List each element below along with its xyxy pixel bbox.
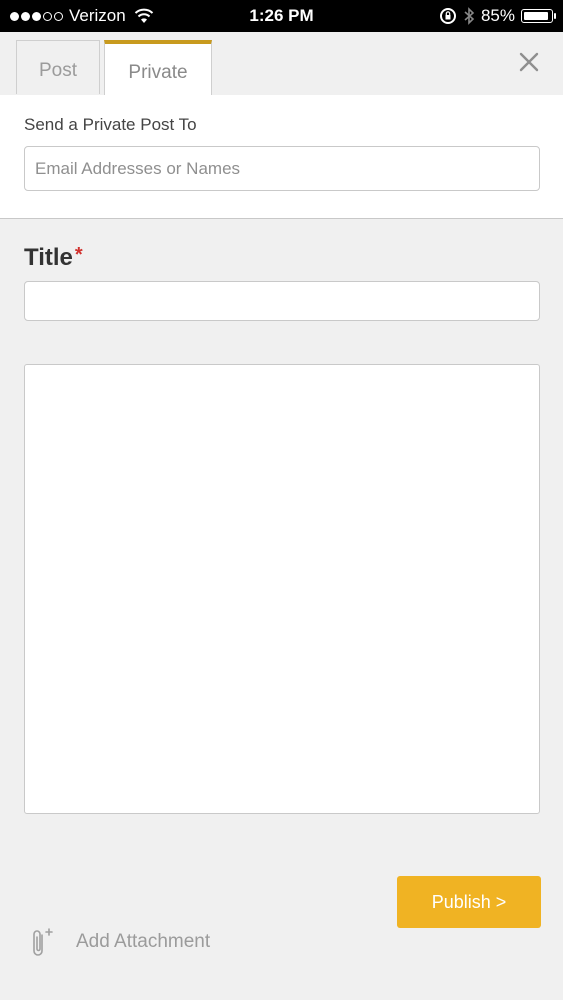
tab-private[interactable]: Private [104,40,212,96]
close-icon [519,52,539,72]
title-label: Title * [24,244,83,272]
required-asterisk: * [74,244,83,266]
title-input[interactable] [24,281,540,321]
status-right: 85% [439,6,556,26]
post-body-textarea[interactable] [24,364,540,814]
battery-icon [521,9,556,23]
recipients-label: Send a Private Post To [24,115,197,134]
title-label-text: Title [24,244,73,271]
tab-post[interactable]: Post [16,40,100,94]
bluetooth-icon [464,7,475,25]
status-bar: Verizon 1:26 PM 85% [0,0,563,32]
paperclip-icon [33,928,53,956]
recipients-input[interactable] [24,146,540,191]
post-type-tabs: Post Private [0,32,563,96]
battery-percent: 85% [480,6,515,25]
rotation-lock-icon [439,8,456,24]
close-button[interactable] [517,50,541,74]
private-recipients-section: Send a Private Post To [0,95,563,219]
add-attachment-label: Add Attachment [76,931,211,952]
add-attachment-button[interactable]: Add Attachment [30,926,210,958]
publish-button[interactable]: Publish > [397,876,541,928]
